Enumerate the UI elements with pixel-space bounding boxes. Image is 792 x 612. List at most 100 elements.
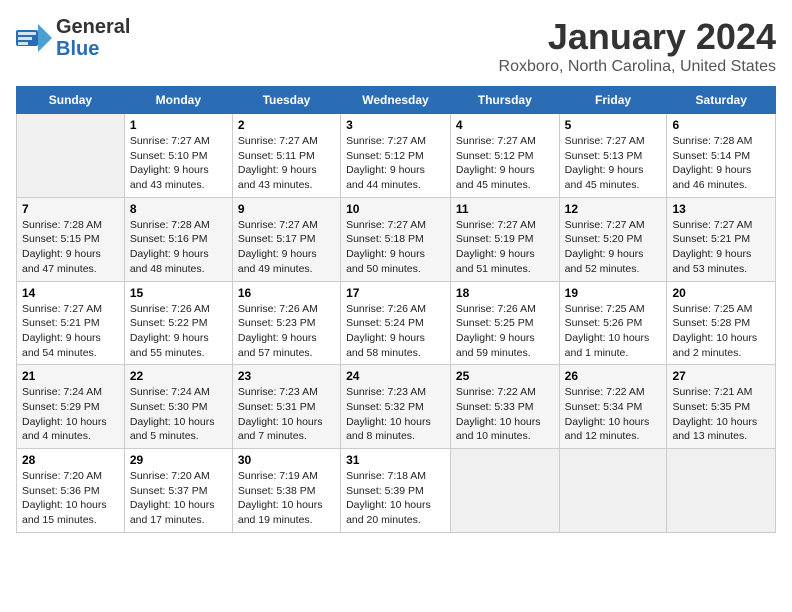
calendar-cell: 31 Sunrise: 7:18 AMSunset: 5:39 PMDayligh… <box>341 449 451 533</box>
day-info: Sunrise: 7:21 AMSunset: 5:35 PMDaylight:… <box>672 385 770 444</box>
day-info: Sunrise: 7:18 AMSunset: 5:39 PMDaylight:… <box>346 469 445 528</box>
calendar-cell: 10 Sunrise: 7:27 AMSunset: 5:18 PMDayligh… <box>341 197 451 281</box>
day-number: 26 <box>565 369 662 383</box>
column-header-wednesday: Wednesday <box>341 87 451 114</box>
calendar-cell <box>450 449 559 533</box>
day-info: Sunrise: 7:27 AMSunset: 5:17 PMDaylight:… <box>238 218 335 277</box>
day-number: 2 <box>238 118 335 132</box>
day-number: 13 <box>672 202 770 216</box>
day-number: 22 <box>130 369 227 383</box>
calendar-cell: 4 Sunrise: 7:27 AMSunset: 5:12 PMDaylight… <box>450 114 559 198</box>
calendar-cell: 16 Sunrise: 7:26 AMSunset: 5:23 PMDayligh… <box>232 281 340 365</box>
calendar-cell: 12Sunrise: 7:27 AMSunset: 5:20 PMDayligh… <box>559 197 667 281</box>
calendar-cell: 5 Sunrise: 7:27 AMSunset: 5:13 PMDaylight… <box>559 114 667 198</box>
day-info: Sunrise: 7:23 AMSunset: 5:32 PMDaylight:… <box>346 385 445 444</box>
week-row-2: 7Sunrise: 7:28 AMSunset: 5:15 PMDaylight… <box>17 197 776 281</box>
day-number: 31 <box>346 453 445 467</box>
calendar-cell: 13 Sunrise: 7:27 AMSunset: 5:21 PMDayligh… <box>667 197 776 281</box>
calendar-cell: 30Sunrise: 7:19 AMSunset: 5:38 PMDayligh… <box>232 449 340 533</box>
day-number: 20 <box>672 286 770 300</box>
week-row-4: 21 Sunrise: 7:24 AMSunset: 5:29 PMDayligh… <box>17 365 776 449</box>
calendar-cell: 28 Sunrise: 7:20 AMSunset: 5:36 PMDayligh… <box>17 449 125 533</box>
calendar-cell: 20 Sunrise: 7:25 AMSunset: 5:28 PMDayligh… <box>667 281 776 365</box>
column-header-saturday: Saturday <box>667 87 776 114</box>
day-number: 30 <box>238 453 335 467</box>
day-info: Sunrise: 7:27 AMSunset: 5:12 PMDaylight:… <box>346 134 445 193</box>
day-number: 7 <box>22 202 119 216</box>
day-number: 24 <box>346 369 445 383</box>
day-number: 19 <box>565 286 662 300</box>
day-info: Sunrise: 7:27 AMSunset: 5:13 PMDaylight:… <box>565 134 662 193</box>
day-number: 28 <box>22 453 119 467</box>
day-number: 21 <box>22 369 119 383</box>
day-info: Sunrise: 7:24 AMSunset: 5:29 PMDaylight:… <box>22 385 119 444</box>
day-number: 5 <box>565 118 662 132</box>
calendar-cell: 17 Sunrise: 7:26 AMSunset: 5:24 PMDayligh… <box>341 281 451 365</box>
day-info: Sunrise: 7:27 AMSunset: 5:21 PMDaylight:… <box>22 302 119 361</box>
calendar-cell: 9 Sunrise: 7:27 AMSunset: 5:17 PMDaylight… <box>232 197 340 281</box>
day-number: 1 <box>130 118 227 132</box>
day-info: Sunrise: 7:26 AMSunset: 5:25 PMDaylight:… <box>456 302 554 361</box>
day-info: Sunrise: 7:28 AMSunset: 5:14 PMDaylight:… <box>672 134 770 193</box>
day-info: Sunrise: 7:26 AMSunset: 5:22 PMDaylight:… <box>130 302 227 361</box>
day-number: 8 <box>130 202 227 216</box>
calendar-cell: 21 Sunrise: 7:24 AMSunset: 5:29 PMDayligh… <box>17 365 125 449</box>
day-info: Sunrise: 7:22 AMSunset: 5:34 PMDaylight:… <box>565 385 662 444</box>
calendar-cell: 19 Sunrise: 7:25 AMSunset: 5:26 PMDayligh… <box>559 281 667 365</box>
calendar-cell: 3 Sunrise: 7:27 AMSunset: 5:12 PMDaylight… <box>341 114 451 198</box>
calendar-cell: 15Sunrise: 7:26 AMSunset: 5:22 PMDayligh… <box>124 281 232 365</box>
calendar-cell: 22 Sunrise: 7:24 AMSunset: 5:30 PMDayligh… <box>124 365 232 449</box>
calendar-cell: 7Sunrise: 7:28 AMSunset: 5:15 PMDaylight… <box>17 197 125 281</box>
header: GeneralBlue January 2024 Roxboro, North … <box>16 16 776 76</box>
logo-icon <box>16 24 52 52</box>
day-number: 16 <box>238 286 335 300</box>
day-number: 4 <box>456 118 554 132</box>
day-number: 11 <box>456 202 554 216</box>
day-number: 10 <box>346 202 445 216</box>
day-info: Sunrise: 7:27 AMSunset: 5:21 PMDaylight:… <box>672 218 770 277</box>
column-header-friday: Friday <box>559 87 667 114</box>
day-number: 29 <box>130 453 227 467</box>
day-number: 17 <box>346 286 445 300</box>
day-info: Sunrise: 7:27 AMSunset: 5:18 PMDaylight:… <box>346 218 445 277</box>
day-info: Sunrise: 7:26 AMSunset: 5:24 PMDaylight:… <box>346 302 445 361</box>
calendar-cell <box>667 449 776 533</box>
calendar-cell: 26 Sunrise: 7:22 AMSunset: 5:34 PMDayligh… <box>559 365 667 449</box>
day-number: 6 <box>672 118 770 132</box>
week-row-1: 1 Sunrise: 7:27 AMSunset: 5:10 PMDaylight… <box>17 114 776 198</box>
calendar-title: January 2024 <box>499 16 776 58</box>
column-header-sunday: Sunday <box>17 87 125 114</box>
calendar-cell <box>559 449 667 533</box>
column-header-thursday: Thursday <box>450 87 559 114</box>
column-header-monday: Monday <box>124 87 232 114</box>
day-info: Sunrise: 7:27 AMSunset: 5:11 PMDaylight:… <box>238 134 335 193</box>
calendar-cell: 1 Sunrise: 7:27 AMSunset: 5:10 PMDaylight… <box>124 114 232 198</box>
day-info: Sunrise: 7:27 AMSunset: 5:10 PMDaylight:… <box>130 134 227 193</box>
day-number: 23 <box>238 369 335 383</box>
calendar-header-row: SundayMondayTuesdayWednesdayThursdayFrid… <box>17 87 776 114</box>
day-info: Sunrise: 7:27 AMSunset: 5:12 PMDaylight:… <box>456 134 554 193</box>
day-number: 9 <box>238 202 335 216</box>
calendar-subtitle: Roxboro, North Carolina, United States <box>499 58 776 76</box>
day-info: Sunrise: 7:28 AMSunset: 5:16 PMDaylight:… <box>130 218 227 277</box>
calendar-cell: 6 Sunrise: 7:28 AMSunset: 5:14 PMDaylight… <box>667 114 776 198</box>
week-row-5: 28 Sunrise: 7:20 AMSunset: 5:36 PMDayligh… <box>17 449 776 533</box>
day-info: Sunrise: 7:25 AMSunset: 5:28 PMDaylight:… <box>672 302 770 361</box>
logo: GeneralBlue <box>16 16 130 60</box>
day-info: Sunrise: 7:27 AMSunset: 5:20 PMDaylight:… <box>565 218 662 277</box>
day-info: Sunrise: 7:20 AMSunset: 5:37 PMDaylight:… <box>130 469 227 528</box>
day-number: 3 <box>346 118 445 132</box>
calendar-cell: 23Sunrise: 7:23 AMSunset: 5:31 PMDayligh… <box>232 365 340 449</box>
calendar-cell: 2 Sunrise: 7:27 AMSunset: 5:11 PMDaylight… <box>232 114 340 198</box>
day-info: Sunrise: 7:27 AMSunset: 5:19 PMDaylight:… <box>456 218 554 277</box>
logo-name: GeneralBlue <box>56 16 130 60</box>
calendar-cell <box>17 114 125 198</box>
day-info: Sunrise: 7:24 AMSunset: 5:30 PMDaylight:… <box>130 385 227 444</box>
column-header-tuesday: Tuesday <box>232 87 340 114</box>
day-info: Sunrise: 7:26 AMSunset: 5:23 PMDaylight:… <box>238 302 335 361</box>
day-number: 18 <box>456 286 554 300</box>
day-info: Sunrise: 7:20 AMSunset: 5:36 PMDaylight:… <box>22 469 119 528</box>
calendar-cell: 18 Sunrise: 7:26 AMSunset: 5:25 PMDayligh… <box>450 281 559 365</box>
day-info: Sunrise: 7:25 AMSunset: 5:26 PMDaylight:… <box>565 302 662 361</box>
calendar-cell: 25Sunrise: 7:22 AMSunset: 5:33 PMDayligh… <box>450 365 559 449</box>
